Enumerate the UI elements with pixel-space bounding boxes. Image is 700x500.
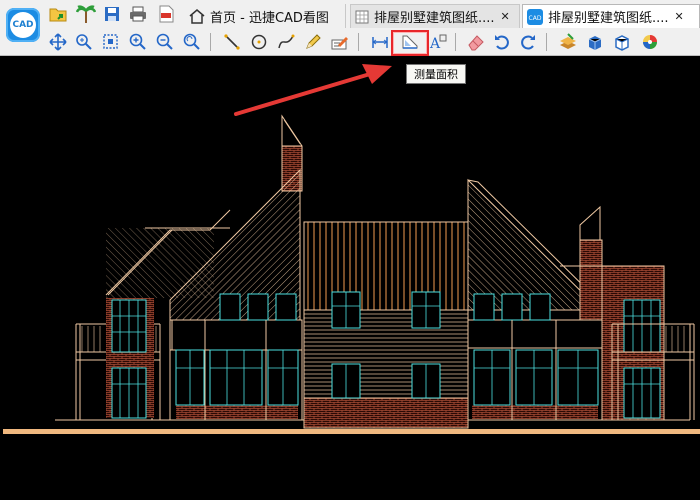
zoom-previous-icon[interactable] [182, 32, 202, 52]
open-folder-icon[interactable] [48, 5, 68, 23]
circle-icon[interactable] [249, 32, 269, 52]
close-icon[interactable]: ✕ [675, 10, 684, 23]
toolbar-separator [455, 33, 456, 51]
text-annotation-icon[interactable]: A [428, 32, 448, 52]
toolbar-separator [210, 33, 211, 51]
eraser-icon[interactable] [466, 32, 486, 52]
drawing-doc-icon [355, 10, 369, 24]
3d-box-icon[interactable] [585, 32, 605, 52]
pan-icon[interactable] [48, 32, 68, 52]
cad-viewer-window: CAD 首页 - 迅捷CAD看图 排屋别墅建筑图纸.... ✕ CAD 排屋别墅… [0, 0, 700, 500]
pencil-icon[interactable] [303, 32, 323, 52]
measure-area-highlight [391, 30, 429, 56]
zoom-extents-icon[interactable] [101, 32, 121, 52]
pdf-export-icon[interactable] [156, 5, 176, 23]
svg-text:CAD: CAD [529, 15, 542, 22]
undo-icon[interactable] [492, 32, 512, 52]
cad-drawing-canvas[interactable] [0, 57, 700, 500]
tab-document-1-label: 排屋别墅建筑图纸.... [374, 11, 495, 26]
annotation-arrow [234, 64, 392, 116]
redo-icon[interactable] [518, 32, 538, 52]
line-icon[interactable] [222, 32, 242, 52]
measure-distance-icon[interactable] [370, 32, 390, 52]
zoom-out-icon[interactable] [155, 32, 175, 52]
home-icon [188, 8, 206, 24]
toolbar-separator [358, 33, 359, 51]
app-logo-text: CAD [10, 12, 36, 38]
svg-text:A: A [429, 36, 441, 51]
ground-line [3, 429, 700, 434]
layers-icon[interactable] [558, 32, 578, 52]
zoom-window-icon[interactable] [74, 32, 94, 52]
tab-home[interactable]: 首页 - 迅捷CAD看图 [186, 4, 346, 28]
spline-icon[interactable] [276, 32, 296, 52]
app-logo[interactable]: CAD [6, 8, 40, 42]
palm-tree-icon[interactable] [76, 5, 96, 23]
tab-document-2-label: 排屋别墅建筑图纸.... [548, 11, 669, 26]
tab-home-label: 首页 - 迅捷CAD看图 [210, 10, 329, 26]
zoom-in-icon[interactable] [128, 32, 148, 52]
close-icon[interactable]: ✕ [501, 10, 510, 23]
color-wheel-icon[interactable] [640, 32, 660, 52]
villa-elevation [75, 114, 695, 429]
toolbar-separator [546, 33, 547, 51]
3d-view-icon[interactable] [612, 32, 632, 52]
save-icon[interactable] [102, 5, 122, 23]
print-icon[interactable] [128, 5, 148, 23]
tab-document-1[interactable]: 排屋别墅建筑图纸.... ✕ [350, 4, 520, 28]
title-and-toolbar-area: CAD 首页 - 迅捷CAD看图 排屋别墅建筑图纸.... ✕ CAD 排屋别墅… [0, 0, 700, 56]
tab-document-2[interactable]: CAD 排屋别墅建筑图纸.... ✕ [522, 4, 700, 28]
cad-doc-icon: CAD [527, 8, 543, 25]
text-edit-icon[interactable] [330, 32, 350, 52]
